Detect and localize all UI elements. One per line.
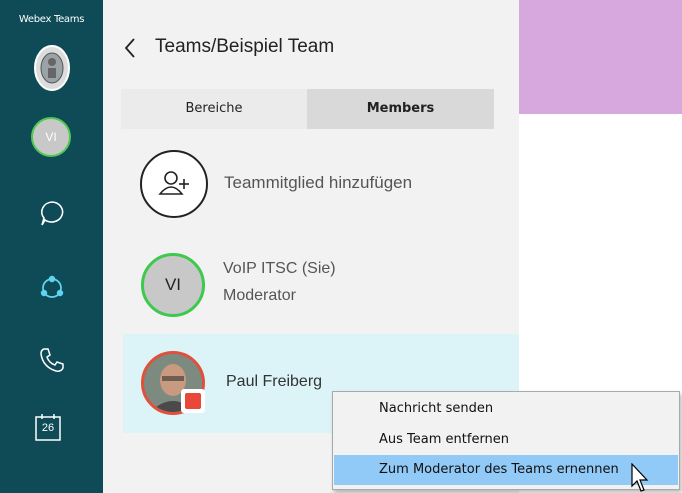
add-member-button[interactable]: [140, 150, 208, 218]
sidebar-rail: Webex Teams VI 26: [0, 0, 103, 493]
app-title: Webex Teams: [18, 14, 85, 25]
menu-item-make-moderator[interactable]: Zum Moderator des Teams ernennen: [334, 455, 678, 485]
add-person-icon: [158, 171, 189, 195]
member-name: Paul Freiberg: [226, 373, 323, 390]
calendar-date: 26: [41, 422, 55, 434]
member-name: VoIP ITSC (Sie): [223, 260, 336, 277]
menu-item-remove-from-team[interactable]: Aus Team entfernen: [334, 425, 678, 455]
message-icon[interactable]: [37, 198, 67, 228]
tab-members[interactable]: Members: [307, 89, 494, 129]
back-chevron-icon[interactable]: [120, 30, 142, 66]
phone-icon[interactable]: [37, 345, 67, 375]
university-seal-logo: [34, 45, 70, 91]
add-member-label[interactable]: Teammitglied hinzufügen: [224, 173, 412, 193]
menu-item-label: Aus Team entfernen: [379, 432, 510, 447]
menu-item-label: Zum Moderator des Teams ernennen: [379, 462, 619, 477]
context-menu: Nachricht senden Aus Team entfernen Zum …: [332, 391, 680, 490]
user-avatar[interactable]: VI: [31, 117, 71, 157]
member-avatar[interactable]: VI: [141, 253, 205, 317]
menu-item-send-message[interactable]: Nachricht senden: [334, 394, 678, 424]
tab-bar: Bereiche Members: [121, 89, 494, 129]
mouse-cursor-icon: [631, 463, 649, 492]
page-title: Teams/Beispiel Team: [155, 36, 335, 57]
teams-icon[interactable]: [37, 272, 67, 302]
space-color-block: [519, 0, 682, 114]
member-role: Moderator: [223, 287, 296, 304]
menu-item-label: Nachricht senden: [379, 401, 494, 416]
presence-status-icon: [185, 393, 201, 409]
tab-bereiche[interactable]: Bereiche: [121, 89, 307, 129]
